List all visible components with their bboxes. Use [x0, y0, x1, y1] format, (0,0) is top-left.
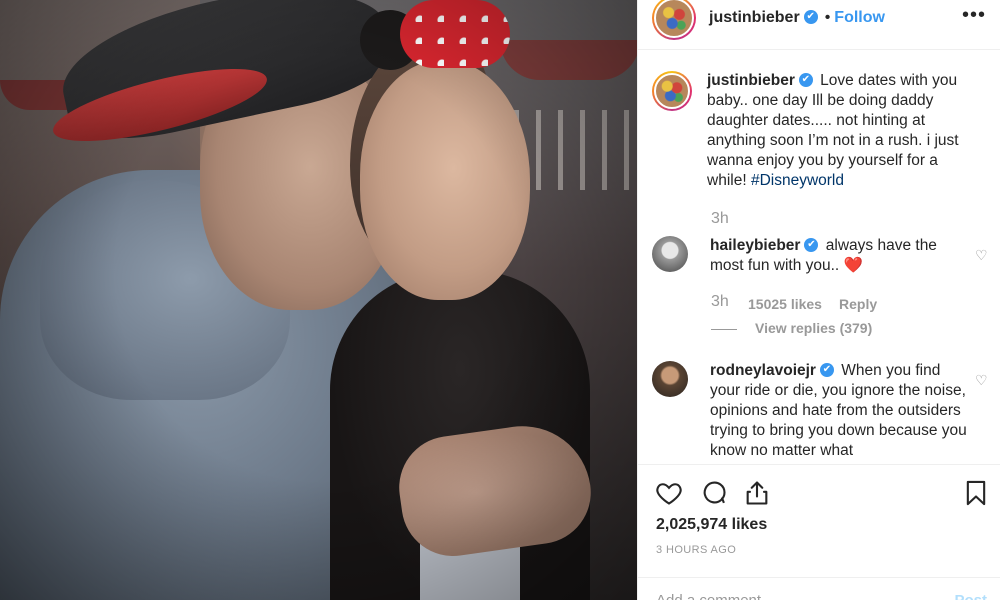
profile-avatar[interactable] — [652, 0, 696, 40]
separator-dot: • — [824, 8, 831, 26]
photo-vignette — [0, 0, 637, 600]
caption-username[interactable]: justinbieber — [707, 72, 795, 89]
share-icon[interactable] — [743, 479, 771, 507]
view-replies-label: View replies (379) — [755, 320, 873, 336]
verified-icon: ✔ — [819, 362, 834, 377]
comment-username[interactable]: rodneylavoiejr — [710, 362, 816, 379]
comment-icon[interactable] — [700, 479, 728, 507]
caption-body: justinbieber ✔ Love dates with you baby..… — [707, 71, 969, 191]
comment: rodneylavoiejr ✔ When you find your ride … — [652, 361, 992, 461]
comments-list[interactable]: justinbieber ✔ Love dates with you baby..… — [638, 51, 1000, 464]
heart-icon[interactable] — [655, 479, 683, 507]
comment: haileybieber ✔ always have the most fun w… — [652, 236, 992, 276]
add-comment-bar: Add a comment… Post — [638, 577, 1000, 600]
reply-label: Reply — [839, 296, 878, 312]
comment-avatar[interactable] — [652, 236, 688, 272]
verified-icon: ✔ — [798, 72, 813, 87]
comment-likes-text: 15025 likes — [748, 296, 822, 312]
comment-body: haileybieber ✔ always have the most fun w… — [710, 236, 972, 276]
comment-avatar[interactable] — [652, 361, 688, 397]
comment-likes[interactable]: 15025 likes — [748, 296, 822, 312]
view-replies-button[interactable]: View replies (379) — [711, 320, 872, 336]
post-button[interactable]: Post — [954, 592, 987, 600]
avatar-image — [654, 0, 694, 38]
caption-time: 3h — [711, 210, 729, 227]
bookmark-icon[interactable] — [962, 479, 990, 507]
hashtag-link[interactable]: #Disneyworld — [751, 172, 844, 189]
comment-username[interactable]: haileybieber — [710, 237, 800, 254]
likes-count[interactable]: 2,025,974 likes — [656, 516, 767, 534]
verified-icon: ✔ — [803, 9, 818, 24]
comment-input[interactable]: Add a comment… — [656, 592, 776, 600]
comment-body: rodneylavoiejr ✔ When you find your ride … — [710, 361, 972, 461]
avatar-image — [654, 73, 690, 109]
post-photo[interactable] — [0, 0, 637, 600]
reply-button[interactable]: Reply — [839, 296, 877, 312]
header-username[interactable]: justinbieber — [709, 9, 800, 27]
comment-like-icon[interactable]: ♡ — [975, 248, 989, 262]
comment-time: 3h — [711, 293, 729, 310]
comment-like-icon[interactable]: ♡ — [975, 373, 989, 387]
view-replies-line — [711, 328, 737, 330]
caption: justinbieber ✔ Love dates with you baby..… — [652, 71, 992, 191]
more-icon[interactable]: ••• — [962, 5, 986, 25]
caption-avatar[interactable] — [652, 71, 692, 111]
follow-button[interactable]: Follow — [834, 9, 885, 27]
verified-icon: ✔ — [804, 237, 819, 252]
post-actions: 2,025,974 likes 3 HOURS AGO Add a commen… — [638, 464, 1000, 600]
post-header: justinbieber ✔ • Follow — [638, 0, 1000, 50]
post-timestamp[interactable]: 3 HOURS AGO — [656, 544, 736, 556]
heart-emoji: ❤️ — [843, 257, 863, 274]
post-side-panel: justinbieber ✔ • Follow ••• justinbieber… — [637, 0, 1000, 600]
